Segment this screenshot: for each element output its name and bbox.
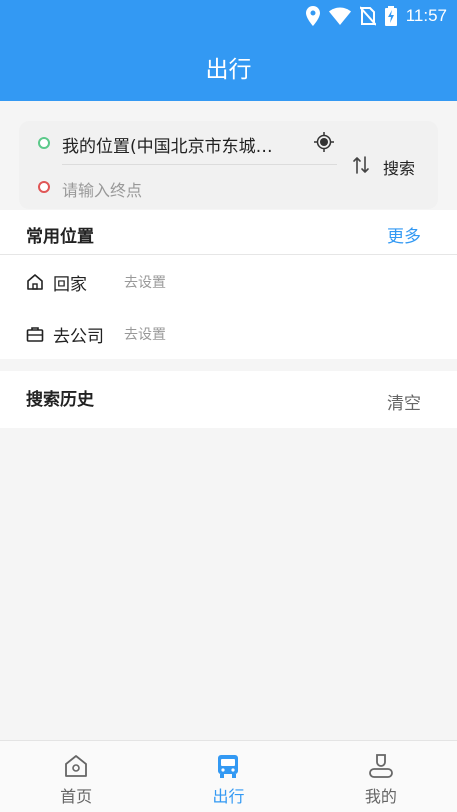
tab-mine[interactable]: 我的 [305, 741, 457, 812]
section-divider [0, 254, 457, 255]
start-dot-icon [38, 137, 50, 149]
app-header: 11:57 出行 [0, 0, 457, 101]
place-item-home[interactable]: 回家 去设置 [26, 270, 166, 295]
common-places-section: 常用位置 更多 回家 去设置 去公司 去设置 [0, 210, 457, 359]
more-button[interactable]: 更多 [387, 222, 421, 247]
battery-charging-icon [384, 6, 397, 26]
user-icon [368, 754, 393, 778]
clear-history-button[interactable]: 清空 [387, 389, 421, 414]
wifi-icon [328, 7, 351, 25]
tab-home[interactable]: 首页 [0, 741, 152, 812]
briefcase-icon [26, 327, 44, 342]
page-title: 出行 [205, 57, 252, 83]
end-dot-icon [38, 181, 50, 193]
location-icon [305, 6, 320, 26]
place-value: 去设置 [124, 275, 166, 291]
place-label: 去公司 [53, 326, 104, 347]
status-time: 11:57 [405, 6, 447, 25]
place-value: 去设置 [124, 327, 166, 343]
tab-travel[interactable]: 出行 [152, 741, 304, 812]
tab-label: 我的 [364, 787, 397, 806]
tab-label: 首页 [60, 787, 93, 806]
common-places-title: 常用位置 [26, 227, 94, 247]
search-button[interactable]: 搜索 [383, 155, 415, 179]
search-history-title: 搜索历史 [26, 390, 94, 410]
bottom-tab-bar: 首页 出行 我的 [0, 740, 457, 812]
place-label: 回家 [53, 274, 87, 295]
route-card: 我的位置(中国北京市东城… 请输入终点 搜索 [19, 121, 438, 209]
home-tab-icon [65, 755, 88, 777]
destination-input[interactable]: 请输入终点 [62, 177, 142, 201]
route-divider [62, 164, 337, 165]
status-bar: 11:57 [305, 4, 447, 28]
no-sim-icon [359, 6, 376, 26]
tab-label: 出行 [212, 787, 245, 806]
search-history-section: 搜索历史 清空 [0, 371, 457, 428]
place-item-company[interactable]: 去公司 去设置 [26, 322, 166, 347]
home-icon [27, 274, 43, 290]
origin-field[interactable]: 我的位置(中国北京市东城… [62, 132, 273, 157]
swap-icon[interactable] [352, 154, 370, 176]
locate-icon[interactable] [314, 132, 334, 152]
bus-icon [218, 755, 239, 778]
